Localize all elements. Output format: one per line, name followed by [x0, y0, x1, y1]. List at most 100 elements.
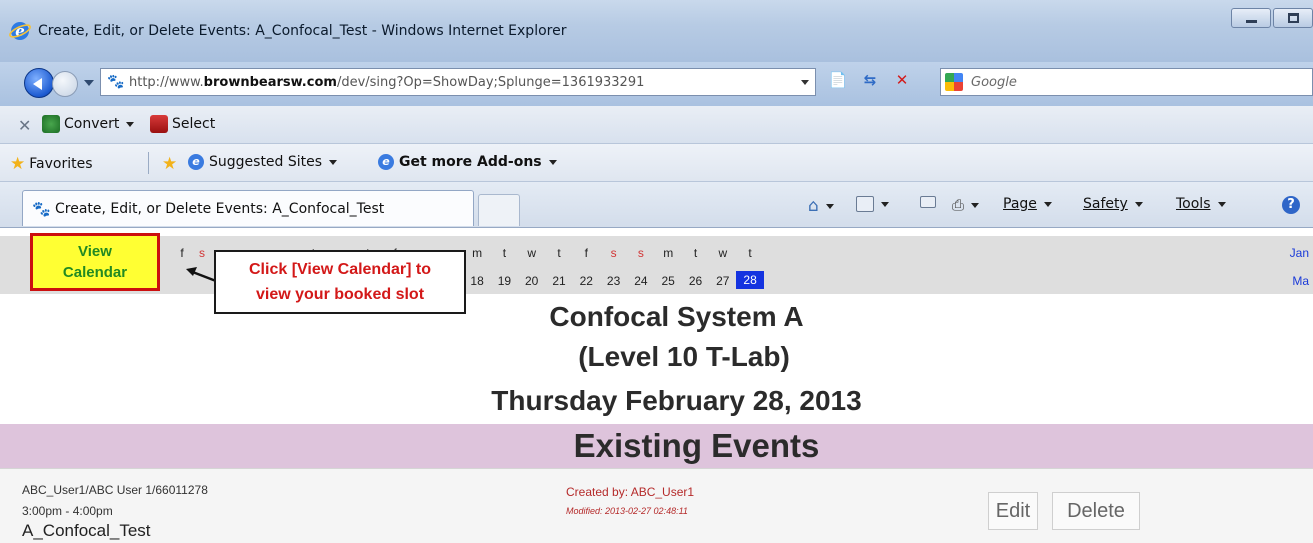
suggested-sites-label: Suggested Sites [209, 154, 323, 170]
day-letter: s [199, 246, 205, 260]
site-favicon-icon: 🐾 [32, 200, 51, 218]
tools-menu[interactable]: Tools [1176, 196, 1226, 212]
convert-button[interactable]: Convert [42, 115, 135, 133]
existing-events-band: Existing Events [0, 424, 1313, 468]
event-modified: Modified: 2013-02-27 02:48:11 [566, 506, 688, 516]
help-button[interactable]: ? [1282, 196, 1300, 214]
system-title: Confocal System A [549, 301, 804, 332]
home-button[interactable]: ⌂ [808, 196, 834, 216]
day-link[interactable]: 18 [465, 274, 489, 288]
add-favorite-icon[interactable]: ★ [162, 154, 177, 174]
favorites-separator [148, 152, 149, 174]
get-addons-label: Get more Add-ons [399, 154, 542, 170]
address-url[interactable]: http://www.brownbearsw.com/dev/sing?Op=S… [129, 75, 644, 90]
address-toolbar: 🐾 http://www.brownbearsw.com/dev/sing?Op… [0, 62, 1313, 106]
ie-page-icon: e [188, 154, 204, 170]
minimize-button[interactable] [1231, 8, 1271, 28]
print-button[interactable]: ⎙ [952, 196, 980, 214]
day-link[interactable]: 19 [492, 274, 516, 288]
addons-dropdown-icon [548, 159, 557, 165]
select-label: Select [172, 116, 216, 132]
feeds-button[interactable] [856, 196, 889, 212]
favorites-bar: ★ Favorites ★ e Suggested Sites e Get mo… [0, 144, 1313, 182]
get-addons-button[interactable]: e Get more Add-ons [378, 154, 557, 170]
print-dropdown-icon [971, 202, 980, 208]
day-link[interactable]: 21 [547, 274, 571, 288]
tab-label: Create, Edit, or Delete Events: A_Confoc… [55, 201, 385, 217]
safety-menu[interactable]: Safety [1083, 196, 1143, 212]
maximize-icon [1288, 13, 1299, 23]
ie-page-icon: e [378, 154, 394, 170]
page-content: f s mtwtfssmtwtfssmtwt 11121314151617181… [0, 229, 1313, 543]
edit-button[interactable]: Edit [988, 492, 1038, 530]
tools-menu-label: Tools [1176, 196, 1211, 212]
favorites-button[interactable]: ★ Favorites [10, 154, 93, 174]
day-letter: m [663, 246, 674, 260]
day-link[interactable]: 20 [520, 274, 544, 288]
window-title: Create, Edit, or Delete Events: A_Confoc… [38, 23, 567, 39]
new-tab-button[interactable] [478, 194, 520, 226]
day-letter: s [610, 246, 617, 260]
tab-create-edit-delete-events[interactable]: 🐾 Create, Edit, or Delete Events: A_Conf… [22, 190, 474, 226]
mail-icon [920, 196, 936, 208]
suggested-sites-button[interactable]: e Suggested Sites [188, 154, 338, 170]
ie-logo-icon: e [9, 22, 31, 40]
event-user: ABC_User1/ABC User 1/66011278 [22, 483, 208, 497]
day-link[interactable]: 26 [684, 274, 708, 288]
day-letter: w [718, 246, 728, 260]
google-icon [945, 73, 963, 91]
event-time: 3:00pm - 4:00pm [22, 504, 113, 518]
callout-line1: Click [View Calendar] to [249, 261, 431, 278]
feeds-icon [856, 196, 874, 212]
svg-text:e: e [15, 22, 25, 40]
safety-menu-label: Safety [1083, 196, 1128, 212]
location-subtitle: (Level 10 T-Lab) [578, 341, 790, 372]
prev-month-link[interactable]: Jan [1290, 246, 1309, 260]
delete-button[interactable]: Delete [1052, 492, 1140, 530]
day-link[interactable]: 23 [602, 274, 626, 288]
address-dropdown-icon[interactable] [801, 80, 809, 85]
day-letter: t [502, 246, 507, 260]
convert-icon [42, 115, 60, 133]
event-name: A_Confocal_Test [22, 521, 151, 540]
stop-icon[interactable]: ✕ [892, 70, 912, 90]
next-month-link[interactable]: Ma [1292, 274, 1309, 288]
read-mail-button[interactable] [920, 196, 936, 208]
view-calendar-line1: View [78, 243, 112, 260]
day-link[interactable]: 24 [629, 274, 653, 288]
back-button[interactable] [24, 68, 54, 98]
day-link[interactable]: 27 [711, 274, 735, 288]
address-bar[interactable]: 🐾 http://www.brownbearsw.com/dev/sing?Op… [100, 68, 816, 96]
select-button[interactable]: Select [150, 115, 215, 133]
page-menu[interactable]: Page [1003, 196, 1052, 212]
maximize-button[interactable] [1273, 8, 1313, 28]
day-letter: m [472, 246, 483, 260]
favorites-star-icon: ★ [10, 154, 26, 174]
convert-dropdown-icon [126, 121, 135, 127]
view-calendar-line2: Calendar [62, 264, 128, 281]
event-created-by: Created by: ABC_User1 [566, 485, 695, 499]
help-icon: ? [1282, 196, 1300, 214]
search-placeholder: Google [971, 75, 1017, 90]
event-row: ABC_User1/ABC User 1/66011278 3:00pm - 4… [0, 468, 1313, 543]
date-heading: Thursday February 28, 2013 [491, 385, 862, 416]
safety-dropdown-icon [1134, 201, 1143, 207]
day-letter: t [693, 246, 698, 260]
view-calendar-button[interactable]: View Calendar [30, 233, 160, 291]
window-titlebar: e Create, Edit, or Delete Events: A_Conf… [0, 0, 1313, 62]
search-box[interactable]: Google [940, 68, 1313, 96]
forward-button[interactable] [52, 71, 78, 97]
select-icon [150, 115, 168, 133]
page-menu-label: Page [1003, 196, 1037, 212]
compatibility-view-icon[interactable]: 📄 [828, 70, 848, 90]
site-favicon-icon: 🐾 [107, 74, 125, 90]
print-icon: ⎙ [952, 196, 965, 214]
day-link[interactable]: 22 [574, 274, 598, 288]
close-toolbar-icon[interactable]: ✕ [18, 116, 31, 135]
day-link[interactable]: 25 [656, 274, 680, 288]
day-letter: t [557, 246, 561, 260]
day-link-today[interactable]: 28 [736, 271, 765, 289]
favorites-label: Favorites [29, 156, 93, 172]
refresh-icon[interactable]: ⇆ [860, 70, 880, 90]
history-dropdown-icon[interactable] [84, 80, 94, 86]
